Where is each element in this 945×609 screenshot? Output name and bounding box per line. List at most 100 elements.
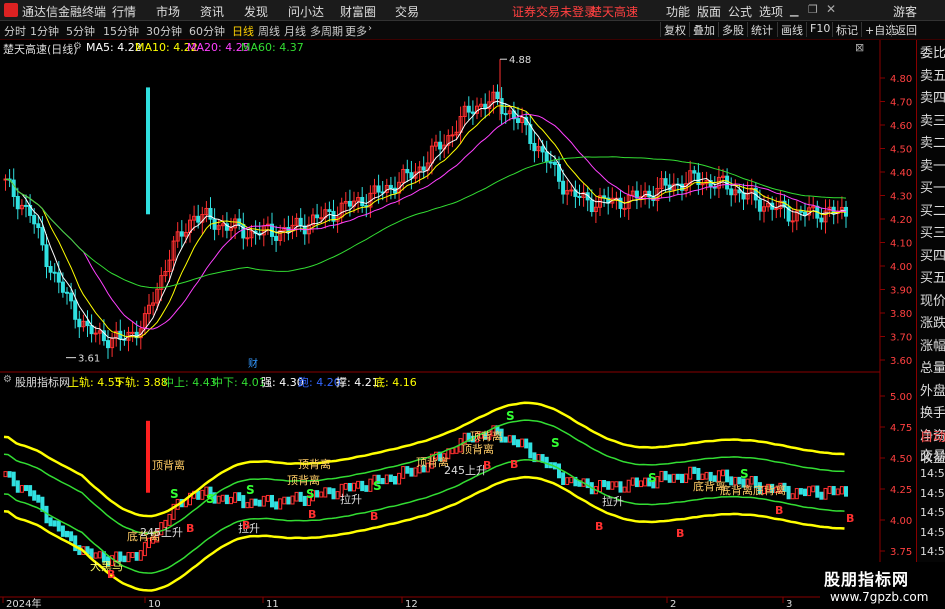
- side-item: 买四: [920, 248, 945, 264]
- ind-candle: [134, 552, 139, 561]
- candle-body: [466, 105, 471, 113]
- candle-body: [11, 179, 16, 198]
- ind-candle: [315, 490, 320, 498]
- candle-body: [274, 235, 279, 241]
- ytick-label: 4.20: [890, 215, 912, 226]
- candle-body: [89, 325, 94, 335]
- ind-candle: [69, 531, 74, 542]
- candle-body: [40, 227, 45, 246]
- ind-candle: [138, 550, 143, 561]
- ind-candle: [220, 494, 225, 502]
- ind-candle: [634, 477, 639, 488]
- trade-time: 14:56: [920, 467, 945, 480]
- candle-body: [516, 118, 520, 124]
- ind-candle: [319, 491, 324, 498]
- ind-candle: [844, 486, 848, 497]
- ind-candle: [60, 525, 65, 537]
- sell-signal: S: [170, 487, 179, 501]
- candle-body: [298, 217, 303, 227]
- candle-body: [622, 207, 627, 210]
- ma10-line: [5, 105, 847, 338]
- ind-candle: [393, 476, 397, 485]
- candle-body: [52, 271, 57, 274]
- ytick-label: 3.60: [890, 356, 912, 367]
- indicator-annotation: 顶背离: [287, 473, 320, 487]
- candle-body: [450, 134, 455, 137]
- chart-canvas[interactable]: 4.80 4.70 4.60 4.50 4.40 4.30 4.20 4.10 4.00 3.90…: [0, 0, 945, 609]
- ind-candle: [520, 438, 525, 448]
- candle-body: [44, 244, 49, 268]
- side-item: 总量: [920, 361, 945, 376]
- ind-candle: [323, 487, 328, 498]
- candle-body: [212, 218, 217, 230]
- ind-candle: [614, 481, 619, 488]
- ind-candle: [48, 517, 53, 527]
- ind-candle: [507, 435, 512, 443]
- candle-body: [69, 292, 74, 302]
- ind-candle: [294, 491, 299, 502]
- ind-candle: [803, 488, 807, 497]
- sell-signal: S: [373, 479, 382, 493]
- candle-body: [692, 170, 697, 174]
- ind-candle: [36, 494, 41, 503]
- ind-candle: [52, 520, 57, 527]
- ind-candle: [815, 485, 820, 498]
- ind-candle: [663, 470, 668, 481]
- side-item: 外盘: [920, 383, 945, 399]
- ind-candle: [261, 495, 266, 507]
- ytick-label: 3.90: [890, 286, 912, 297]
- ind-candle: [364, 485, 369, 492]
- sell-signal: S: [306, 487, 315, 501]
- xtick-label: 10: [148, 599, 161, 609]
- side-item: 买一: [920, 181, 945, 196]
- ind-candle: [122, 555, 127, 563]
- candle-body: [347, 200, 352, 207]
- ind-candle: [626, 479, 631, 493]
- candle-body: [388, 184, 393, 189]
- candle-body: [93, 332, 98, 335]
- ind-candle: [557, 463, 561, 479]
- ind-candle: [257, 499, 262, 507]
- ind-candle: [253, 498, 258, 506]
- buy-signal: B: [483, 459, 491, 472]
- watermark: 股朋指标网 www.7gpzb.com: [820, 562, 945, 609]
- ind-candle: [241, 495, 246, 509]
- ind-candle: [200, 489, 205, 500]
- indicator-annotation: 底背离: [753, 483, 786, 497]
- side-item: 涨跌: [920, 316, 945, 331]
- ind-candle: [807, 486, 812, 497]
- candle-body: [774, 208, 779, 211]
- ind-candle: [639, 480, 643, 488]
- buy-signal: B: [370, 510, 378, 523]
- candle-body: [36, 223, 41, 229]
- ind-candle: [24, 485, 28, 492]
- finance-marker: 财: [248, 357, 258, 370]
- ind-candle: [224, 494, 229, 505]
- ind-candle: [65, 530, 69, 538]
- candle-body: [245, 237, 250, 240]
- side-item: 卖五: [920, 68, 945, 84]
- ytick-label: 4.50: [890, 145, 912, 156]
- buy-signal: B: [242, 519, 250, 532]
- indicator-annotation: 245上升: [140, 526, 183, 539]
- buy-signal: B: [107, 568, 115, 581]
- ind-candle: [827, 486, 832, 494]
- ind-candle: [413, 467, 418, 477]
- candle-body: [421, 166, 426, 171]
- ind-candle: [606, 481, 611, 490]
- xtick-label: 2: [670, 599, 676, 609]
- ind-candle: [28, 485, 33, 497]
- ind-candle: [667, 474, 672, 483]
- ind-candle: [835, 488, 840, 496]
- side-item[interactable]: 自动: [920, 428, 945, 447]
- candle-body: [663, 178, 668, 186]
- candle-body: [405, 168, 410, 174]
- ind-candle: [270, 494, 274, 508]
- candle-body: [32, 214, 37, 225]
- side-item: 买三: [920, 226, 945, 241]
- ind-candle: [146, 420, 150, 493]
- sell-signal: S: [206, 492, 215, 506]
- candle-body: [757, 199, 762, 212]
- side-item: 买五: [920, 271, 945, 286]
- sell-signal: S: [506, 409, 515, 423]
